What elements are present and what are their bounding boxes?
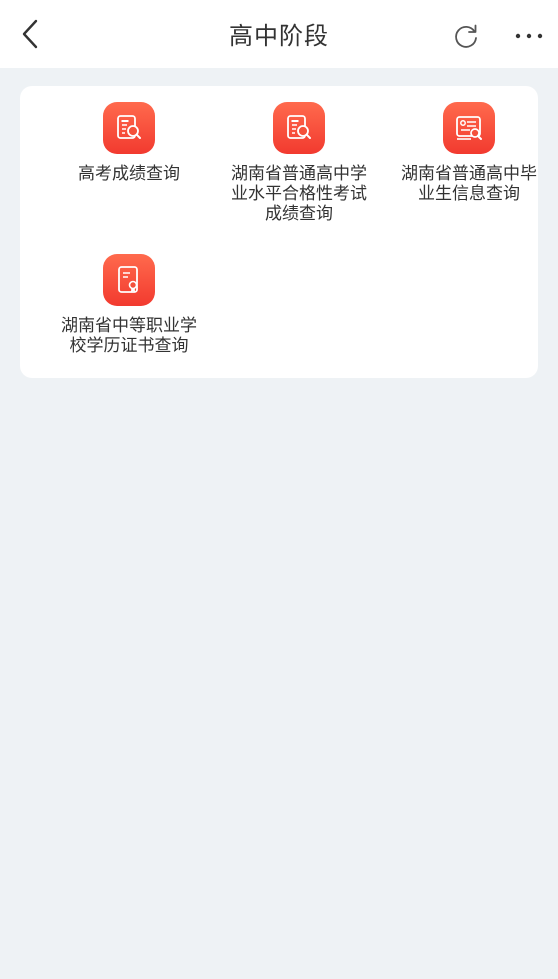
more-horizontal-icon	[515, 33, 543, 39]
service-label: 湖南省中等职业学 校学历证书查询	[61, 316, 197, 356]
refresh-icon	[455, 24, 477, 48]
service-label: 高考成绩查询	[78, 164, 180, 184]
exam-score-search-icon	[273, 102, 325, 154]
more-button[interactable]	[508, 16, 550, 56]
refresh-button[interactable]	[446, 16, 486, 56]
services-card: 高考成绩查询 湖南省普通高中学 业水平合格性考试 成绩查询 湖南省普通高中毕 业…	[20, 86, 538, 378]
top-bar: 高中阶段	[0, 0, 558, 68]
service-label: 湖南省普通高中学 业水平合格性考试 成绩查询	[231, 164, 367, 224]
graduate-info-search-icon	[443, 102, 495, 154]
service-label: 湖南省普通高中毕 业生信息查询	[401, 164, 537, 204]
certificate-icon	[103, 254, 155, 306]
exam-score-search-icon	[103, 102, 155, 154]
